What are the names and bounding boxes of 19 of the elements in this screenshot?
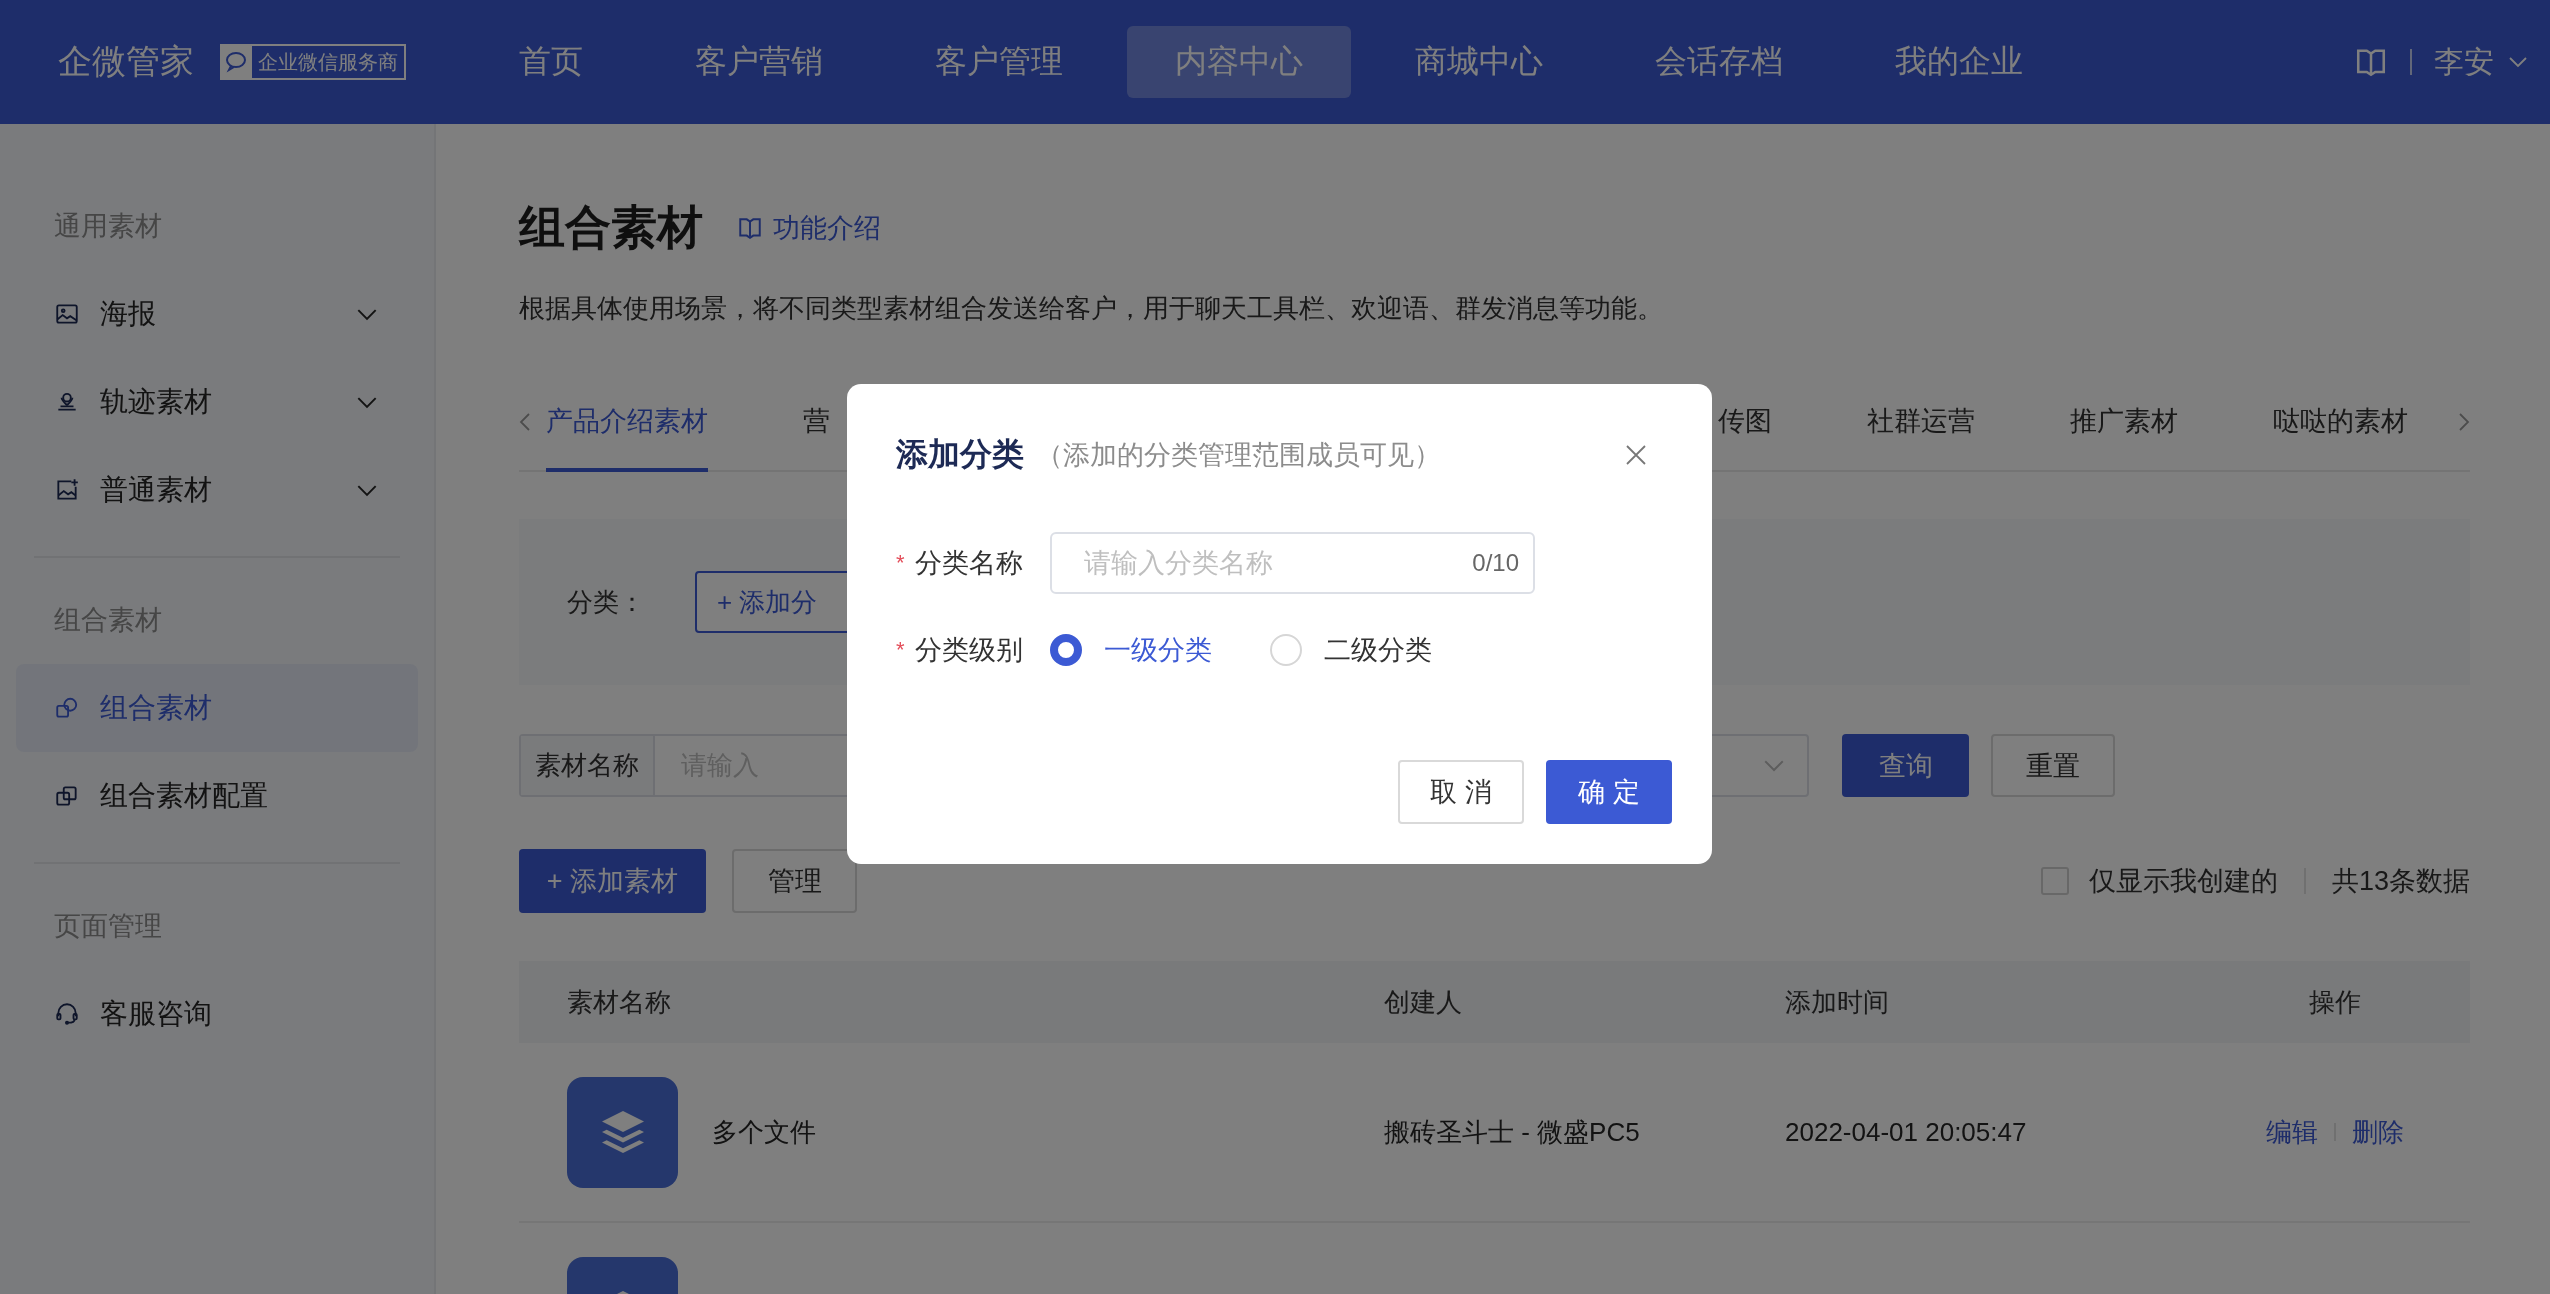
- filter-label: 分类：: [567, 585, 645, 619]
- column-header: 添加时间: [1785, 986, 1889, 1017]
- table-cell: 搬砖圣斗士 - 微盛PC5: [1384, 1116, 1640, 1147]
- field-label: 分类级别: [914, 634, 1023, 667]
- char-counter: 0/10: [1472, 549, 1519, 577]
- checkbox-label: 仅显示我创建的: [2088, 865, 2278, 898]
- column-header: 操作: [2309, 985, 2361, 1019]
- dialog-title: 添加分类: [896, 435, 1024, 474]
- column-header: 创建人: [1384, 986, 1462, 1017]
- required-mark: *: [896, 637, 905, 663]
- page-title: 组合素材: [519, 200, 703, 255]
- total-count: 共13条数据: [2331, 865, 2470, 898]
- dialog-subtitle: （添加的分类管理范围成员可见）: [1036, 439, 1441, 472]
- table-cell-text: 多个文件: [712, 1115, 816, 1149]
- column-header: 素材名称: [567, 985, 671, 1019]
- brand-name: 企微管家: [58, 41, 194, 82]
- table-cell: 2022-04-01 20:05:47: [1785, 1116, 2027, 1147]
- service-badge: 企业微信服务商: [220, 44, 406, 80]
- page-description: 根据具体使用场景，将不同类型素材组合发送给客户，用于聊天工具栏、欢迎语、群发消息等功能。: [519, 292, 1664, 325]
